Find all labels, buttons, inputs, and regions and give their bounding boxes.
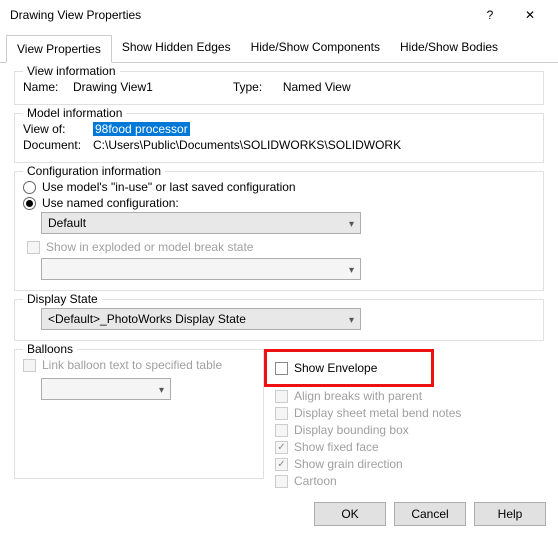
- group-configuration-information: Configuration information Use model's "i…: [14, 171, 544, 291]
- display-sheet-metal-label: Display sheet metal bend notes: [294, 406, 461, 420]
- chevron-down-icon: [349, 262, 354, 276]
- chevron-down-icon: [159, 382, 164, 396]
- group-title-view-info: View information: [23, 64, 120, 78]
- radio-icon: [23, 181, 36, 194]
- chevron-down-icon: [349, 312, 354, 326]
- radio-named-label: Use named configuration:: [42, 196, 179, 210]
- show-envelope-label: Show Envelope: [294, 361, 377, 375]
- dialog-footer: OK Cancel Help: [314, 502, 546, 526]
- check-link-balloon: Link balloon text to specified table: [23, 358, 255, 372]
- tab-view-properties[interactable]: View Properties: [6, 35, 112, 63]
- content-area: View information Name: Drawing View1 Typ…: [0, 63, 558, 491]
- name-value: Drawing View1: [73, 80, 153, 94]
- highlight-show-envelope: Show Envelope: [264, 349, 434, 387]
- checkbox-icon: [23, 359, 36, 372]
- checkbox-icon: [275, 458, 288, 471]
- show-exploded-label: Show in exploded or model break state: [46, 240, 253, 254]
- group-view-information: View information Name: Drawing View1 Typ…: [14, 71, 544, 105]
- document-label: Document:: [23, 138, 93, 152]
- type-value: Named View: [283, 80, 351, 94]
- help-icon[interactable]: ?: [470, 0, 510, 30]
- check-show-envelope[interactable]: Show Envelope: [275, 361, 423, 375]
- group-title-balloons: Balloons: [23, 342, 77, 356]
- type-label: Type:: [233, 80, 283, 94]
- check-show-fixed-face: Show fixed face: [275, 440, 544, 454]
- tab-strip: View Properties Show Hidden Edges Hide/S…: [0, 34, 558, 63]
- close-icon[interactable]: ✕: [510, 0, 550, 30]
- help-button[interactable]: Help: [474, 502, 546, 526]
- checkbox-icon: [275, 362, 288, 375]
- combo-named-configuration[interactable]: Default: [41, 212, 361, 234]
- group-display-state: Display State <Default>_PhotoWorks Displ…: [14, 299, 544, 341]
- group-title-model-info: Model information: [23, 106, 126, 120]
- group-title-config-info: Configuration information: [23, 164, 165, 178]
- cartoon-label: Cartoon: [294, 474, 337, 488]
- checkbox-icon: [275, 475, 288, 488]
- check-align-breaks: Align breaks with parent: [275, 389, 544, 403]
- check-display-sheet-metal: Display sheet metal bend notes: [275, 406, 544, 420]
- chevron-down-icon: [349, 216, 354, 230]
- combo-exploded-state: [41, 258, 361, 280]
- checkbox-icon: [275, 424, 288, 437]
- radio-icon: [23, 197, 36, 210]
- radio-use-inuse[interactable]: Use model's "in-use" or last saved confi…: [23, 180, 535, 194]
- link-balloon-label: Link balloon text to specified table: [42, 358, 222, 372]
- title-bar: Drawing View Properties ? ✕: [0, 0, 558, 30]
- view-of-value[interactable]: 98food processor: [93, 122, 190, 136]
- radio-use-named[interactable]: Use named configuration:: [23, 196, 535, 210]
- tab-hide-show-bodies[interactable]: Hide/Show Bodies: [390, 34, 508, 62]
- checkbox-icon: [275, 441, 288, 454]
- view-of-label: View of:: [23, 122, 93, 136]
- combo-display-state-value: <Default>_PhotoWorks Display State: [48, 312, 246, 326]
- tab-show-hidden-edges[interactable]: Show Hidden Edges: [112, 34, 241, 62]
- group-model-information: Model information View of: 98food proces…: [14, 113, 544, 163]
- display-bounding-box-label: Display bounding box: [294, 423, 409, 437]
- radio-inuse-label: Use model's "in-use" or last saved confi…: [42, 180, 296, 194]
- ok-button[interactable]: OK: [314, 502, 386, 526]
- check-show-grain-direction: Show grain direction: [275, 457, 544, 471]
- tab-hide-show-components[interactable]: Hide/Show Components: [241, 34, 390, 62]
- checkbox-icon: [275, 407, 288, 420]
- combo-value: Default: [48, 216, 86, 230]
- group-balloons: Balloons Link balloon text to specified …: [14, 349, 264, 479]
- combo-balloon-table: [41, 378, 171, 400]
- combo-display-state[interactable]: <Default>_PhotoWorks Display State: [41, 308, 361, 330]
- align-breaks-label: Align breaks with parent: [294, 389, 422, 403]
- checkbox-icon: [27, 241, 40, 254]
- show-grain-direction-label: Show grain direction: [294, 457, 403, 471]
- cancel-button[interactable]: Cancel: [394, 502, 466, 526]
- group-title-display-state: Display State: [23, 292, 102, 306]
- document-value: C:\Users\Public\Documents\SOLIDWORKS\SOL…: [93, 138, 401, 152]
- checkbox-icon: [275, 390, 288, 403]
- name-label: Name:: [23, 80, 73, 94]
- check-show-exploded: Show in exploded or model break state: [27, 240, 535, 254]
- check-display-bounding-box: Display bounding box: [275, 423, 544, 437]
- show-fixed-face-label: Show fixed face: [294, 440, 379, 454]
- window-title: Drawing View Properties: [10, 8, 470, 22]
- check-cartoon: Cartoon: [275, 474, 544, 488]
